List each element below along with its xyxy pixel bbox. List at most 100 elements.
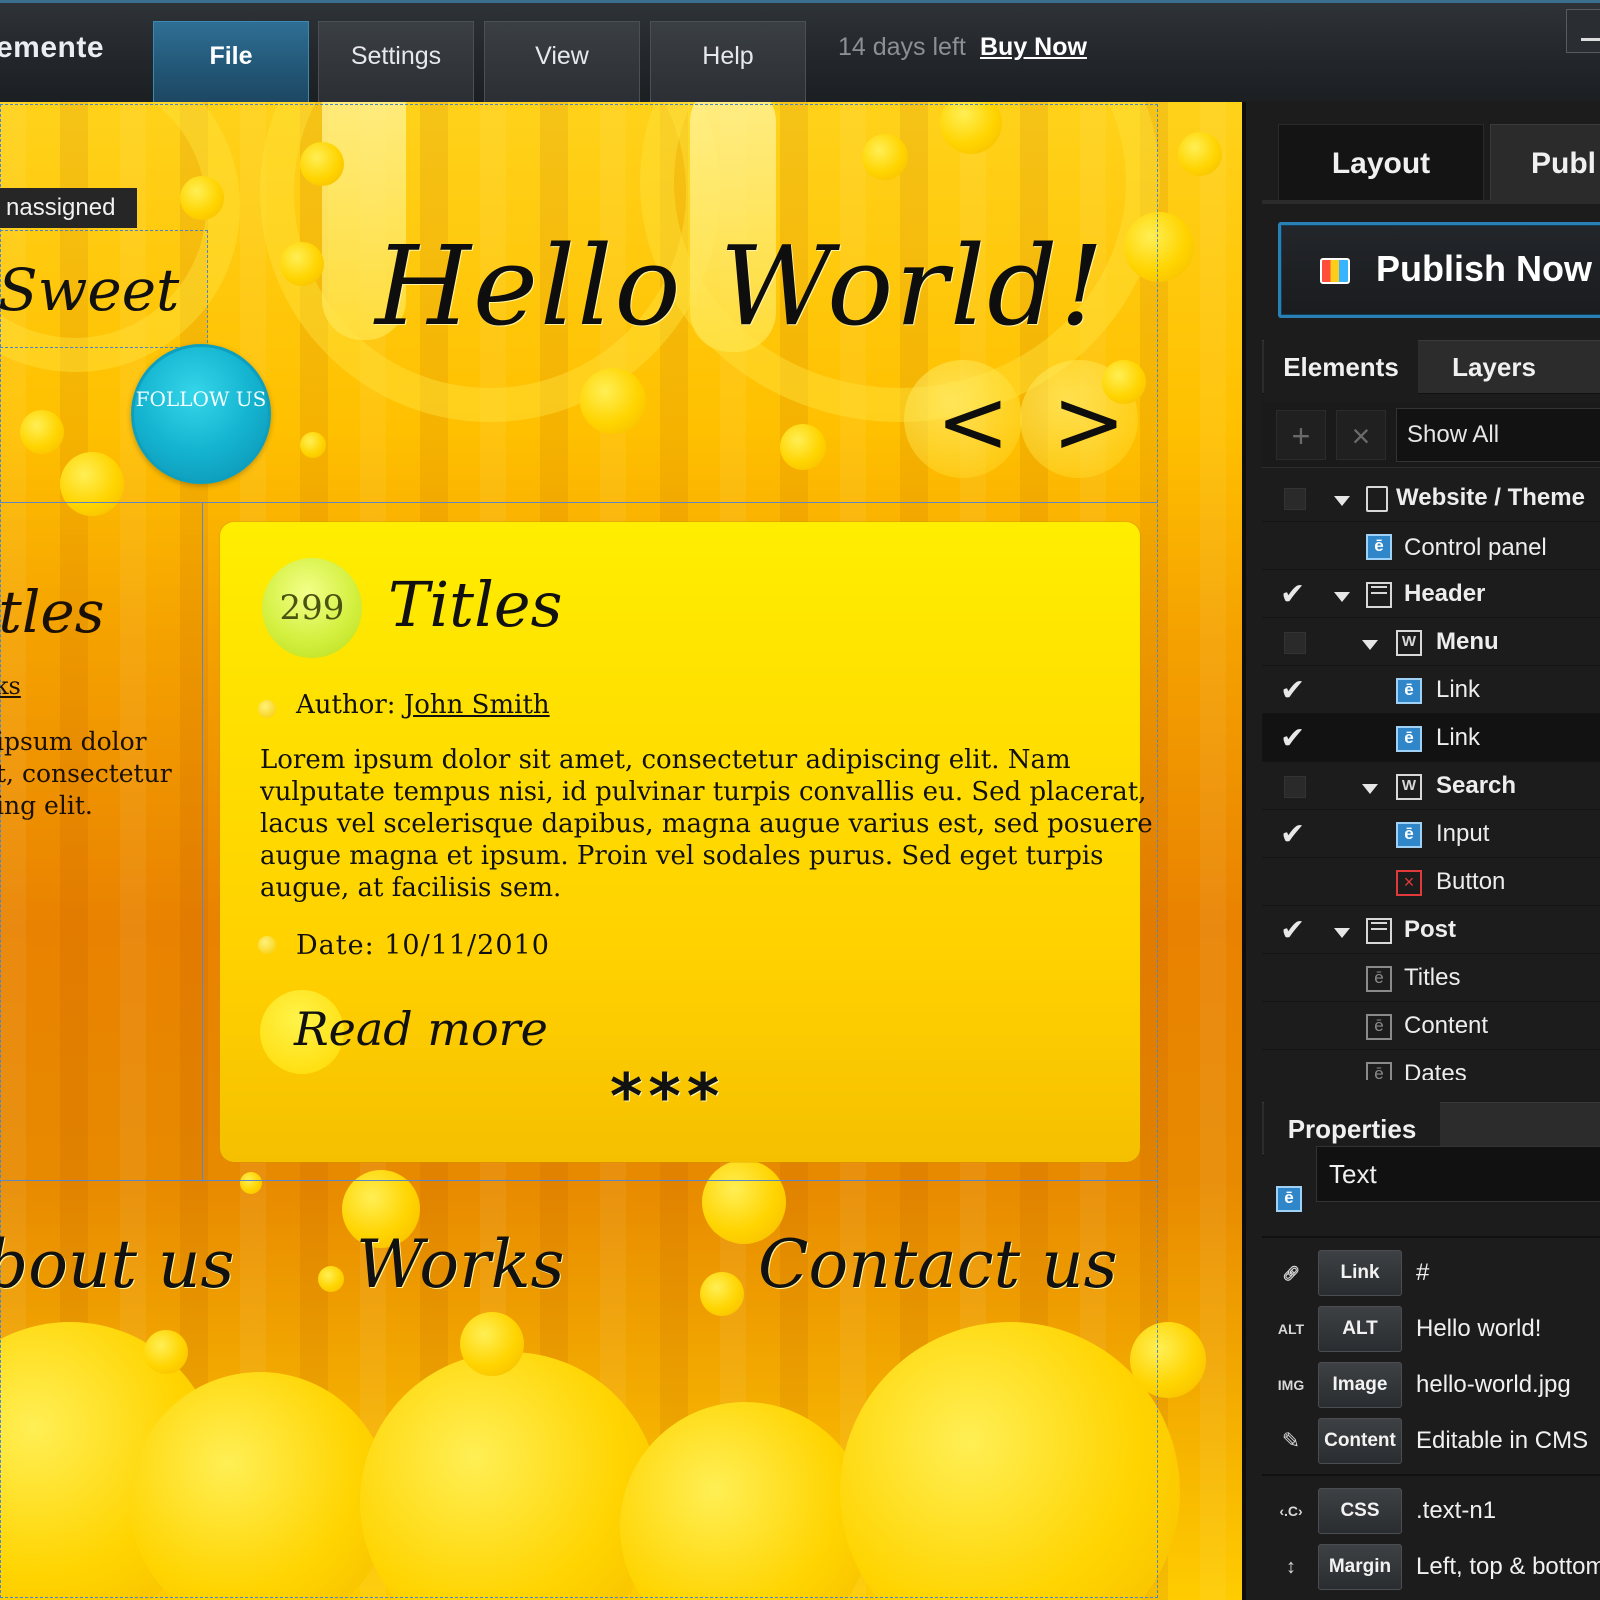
- footer-link-contact[interactable]: Contact us: [758, 1226, 1117, 1303]
- post-author: Author: John Smith: [296, 690, 550, 720]
- image-icon: IMG: [1277, 1377, 1305, 1393]
- tree-label: Post: [1404, 916, 1457, 943]
- page-headline[interactable]: Hello World!: [375, 222, 1106, 350]
- left-post-text[interactable]: ipsum dolor t, consectetur ing elit.: [0, 726, 196, 822]
- visibility-checkbox[interactable]: [1284, 488, 1306, 510]
- menu-file[interactable]: File: [153, 21, 309, 105]
- column-guide: [202, 502, 203, 1182]
- slider-prev-arrow[interactable]: <: [936, 378, 1010, 466]
- app-brand: emente: [0, 31, 105, 64]
- css-property-button[interactable]: CSS: [1318, 1488, 1402, 1534]
- visibility-checkbox[interactable]: [1284, 776, 1306, 798]
- tree-label: Control panel: [1404, 534, 1547, 561]
- left-post-link[interactable]: ks: [0, 672, 21, 700]
- buy-now-link[interactable]: Buy Now: [980, 33, 1087, 62]
- filter-select[interactable]: Show All: [1396, 408, 1600, 462]
- tree-row-clipped[interactable]: ē Dates: [1262, 1050, 1600, 1080]
- checkmark-icon[interactable]: ✔: [1280, 820, 1305, 850]
- content-value[interactable]: Editable in CMS: [1408, 1418, 1600, 1464]
- site-logo[interactable]: Sweet: [0, 256, 179, 324]
- link-property-button[interactable]: Link: [1318, 1250, 1402, 1296]
- tree-label: Button: [1436, 868, 1506, 895]
- minimize-button[interactable]: [1566, 9, 1600, 53]
- left-post-title[interactable]: itles: [0, 578, 105, 646]
- unassigned-tag: nassigned: [0, 188, 138, 228]
- decor-bubble: [1178, 132, 1222, 176]
- checkmark-icon[interactable]: ✔: [1280, 676, 1305, 706]
- expand-caret-icon[interactable]: [1334, 496, 1350, 506]
- element-outline-icon: ē: [1366, 1062, 1392, 1080]
- slider-next-arrow[interactable]: >: [1052, 378, 1126, 466]
- tab-divider: [1262, 200, 1600, 204]
- tree-row[interactable]: [1262, 810, 1600, 858]
- tree-row[interactable]: [1262, 762, 1600, 810]
- tab-elements[interactable]: Elements: [1264, 340, 1418, 394]
- checkmark-icon[interactable]: ✔: [1280, 724, 1305, 754]
- tree-label: Menu: [1436, 628, 1499, 655]
- tree-label: Link: [1436, 724, 1481, 751]
- footer-link-about[interactable]: bout us: [0, 1226, 234, 1303]
- post-date: Date: 10/11/2010: [296, 930, 550, 961]
- follow-us-button[interactable]: FOLLOW US: [131, 344, 271, 484]
- bullet-icon: [258, 936, 276, 954]
- alt-icon: ALT: [1277, 1321, 1305, 1337]
- page-icon: [1366, 486, 1388, 512]
- tree-row[interactable]: [1262, 666, 1600, 714]
- element-icon: ē: [1396, 726, 1422, 752]
- image-property-button[interactable]: Image: [1318, 1362, 1402, 1408]
- tab-publish[interactable]: Publ: [1490, 124, 1600, 202]
- author-link[interactable]: John Smith: [404, 690, 550, 720]
- margin-value[interactable]: Left, top & bottom: [1408, 1544, 1600, 1590]
- tree-label: Content: [1404, 1012, 1489, 1039]
- tree-row[interactable]: [1262, 858, 1600, 906]
- tree-label: Search: [1436, 772, 1517, 799]
- post-separator: ***: [610, 1060, 726, 1133]
- expand-caret-icon[interactable]: [1362, 640, 1378, 650]
- tree-label: Link: [1436, 676, 1481, 703]
- comment-count-badge: 299: [262, 558, 362, 658]
- link-value[interactable]: #: [1408, 1250, 1600, 1296]
- tab-layout[interactable]: Layout: [1278, 124, 1484, 202]
- post-body[interactable]: Lorem ipsum dolor sit amet, consectetur …: [260, 744, 1153, 904]
- publish-icon: [1320, 258, 1350, 284]
- expand-caret-icon[interactable]: [1334, 592, 1350, 602]
- checkmark-icon[interactable]: ✔: [1280, 580, 1305, 610]
- element-type-field[interactable]: Text: [1316, 1146, 1600, 1202]
- bullet-icon: [258, 700, 276, 718]
- tree-label: Website / Theme: [1396, 484, 1585, 511]
- publish-now-label: Publish Now: [1376, 248, 1592, 289]
- css-icon: ‹.C›: [1279, 1503, 1303, 1519]
- expand-caret-icon[interactable]: [1362, 784, 1378, 794]
- content-property-button[interactable]: Content: [1318, 1418, 1402, 1464]
- image-value[interactable]: hello-world.jpg: [1408, 1362, 1600, 1408]
- tab-layers[interactable]: Layers: [1424, 340, 1564, 394]
- frame-icon: [1366, 582, 1392, 608]
- menu-help[interactable]: Help: [650, 21, 806, 105]
- alt-property-button[interactable]: ALT: [1318, 1306, 1402, 1352]
- trial-remaining: 14 days left: [838, 33, 966, 61]
- post-title[interactable]: Titles: [388, 568, 562, 641]
- alt-value[interactable]: Hello world!: [1408, 1306, 1600, 1352]
- css-value[interactable]: .text-n1: [1408, 1488, 1600, 1534]
- header-bottom-guide: [0, 502, 1158, 503]
- widget-icon: W: [1396, 630, 1422, 656]
- margin-property-button[interactable]: Margin: [1318, 1544, 1402, 1590]
- checkmark-icon[interactable]: ✔: [1280, 916, 1305, 946]
- margin-icon: ↕: [1286, 1556, 1296, 1578]
- visibility-checkbox[interactable]: [1284, 632, 1306, 654]
- tree-label: Titles: [1404, 964, 1461, 991]
- expand-caret-icon[interactable]: [1334, 928, 1350, 938]
- menu-settings[interactable]: Settings: [318, 21, 474, 105]
- author-label: Author:: [296, 690, 396, 720]
- frame-icon: [1366, 918, 1392, 944]
- menu-view[interactable]: View: [484, 21, 640, 105]
- tree-row[interactable]: [1262, 618, 1600, 666]
- add-element-button[interactable]: +: [1276, 410, 1326, 460]
- tree-row-selected[interactable]: [1262, 714, 1600, 762]
- element-icon: ē: [1366, 534, 1392, 560]
- footer-link-works[interactable]: Works: [356, 1226, 565, 1303]
- read-more-link[interactable]: Read more: [294, 1002, 548, 1056]
- tree-label: Input: [1436, 820, 1490, 847]
- delete-element-button[interactable]: ×: [1336, 410, 1386, 460]
- pencil-icon: ✎: [1281, 1428, 1301, 1453]
